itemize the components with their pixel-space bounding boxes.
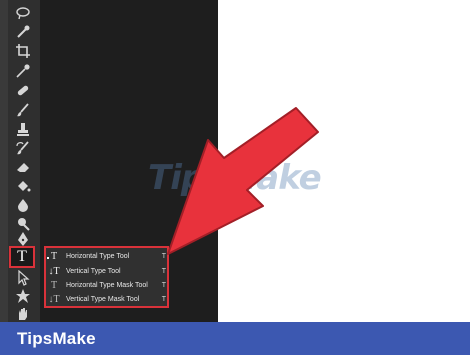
menu-item-vertical-type-tool[interactable]: ↓T Vertical Type Tool T xyxy=(48,264,166,278)
menu-item-shortcut: T xyxy=(161,252,166,260)
horizontal-type-icon: T xyxy=(50,250,58,262)
clone-stamp-icon[interactable] xyxy=(13,120,33,138)
type-tool-flyout-menu: T Horizontal Type Tool T ↓T Vertical Typ… xyxy=(44,246,169,308)
menu-item-horizontal-type-tool[interactable]: T Horizontal Type Tool T xyxy=(48,249,166,263)
screenshot-frame: T T Horizontal Type Tool T ↓T Vertical T… xyxy=(0,0,470,355)
menu-item-label: Vertical Type Tool xyxy=(66,267,121,275)
menu-item-label: Vertical Type Mask Tool xyxy=(66,295,140,303)
type-tool-icon[interactable]: T xyxy=(9,246,35,268)
vertical-type-icon: ↓T xyxy=(48,265,60,277)
path-selection-icon[interactable] xyxy=(13,269,33,287)
type-tool-glyph: T xyxy=(17,248,27,265)
horizontal-type-mask-icon: T xyxy=(50,279,58,291)
menu-item-shortcut: T xyxy=(161,295,166,303)
menu-item-label: Horizontal Type Mask Tool xyxy=(66,281,148,289)
crop-icon[interactable] xyxy=(13,42,33,60)
quick-selection-icon[interactable] xyxy=(13,23,33,41)
brush-icon[interactable] xyxy=(13,101,33,119)
paint-bucket-icon[interactable] xyxy=(13,177,33,195)
vertical-type-mask-icon: ↓T xyxy=(48,293,60,305)
shape-icon[interactable] xyxy=(13,287,33,305)
tools-panel-gutter xyxy=(0,0,8,322)
menu-item-shortcut: T xyxy=(161,281,166,289)
spot-healing-icon[interactable] xyxy=(13,81,33,99)
eraser-icon[interactable] xyxy=(13,158,33,176)
eyedropper-icon[interactable] xyxy=(13,62,33,80)
brand-logo-text: TipsMake xyxy=(17,329,96,348)
blur-icon[interactable] xyxy=(13,196,33,214)
hand-icon[interactable] xyxy=(13,305,33,323)
menu-item-horizontal-type-mask-tool[interactable]: T Horizontal Type Mask Tool T xyxy=(48,278,166,292)
footer-brand-bar: TipsMake xyxy=(0,322,470,355)
history-brush-icon[interactable] xyxy=(13,139,33,157)
menu-item-vertical-type-mask-tool[interactable]: ↓T Vertical Type Mask Tool T xyxy=(48,292,166,306)
lasso-icon[interactable] xyxy=(13,4,33,22)
menu-item-shortcut: T xyxy=(161,267,166,275)
document-canvas[interactable] xyxy=(218,0,470,322)
tools-panel: T xyxy=(0,0,40,322)
menu-item-label: Horizontal Type Tool xyxy=(66,252,130,260)
